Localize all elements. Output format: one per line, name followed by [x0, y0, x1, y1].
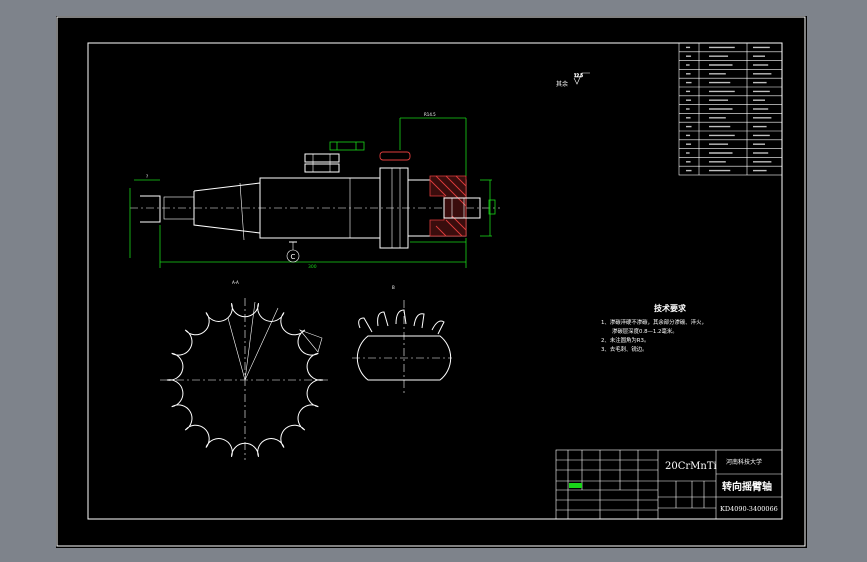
dim-label-left: ? — [146, 174, 148, 179]
roughness-note: 其余 — [556, 80, 568, 88]
svg-text:12.5: 12.5 — [574, 73, 583, 78]
university: 河南科技大学 — [726, 458, 762, 466]
svg-text:C: C — [291, 253, 296, 261]
tech-req-line-1: 1、渗碳淬硬不渗碳，其余部分渗碳、淬火， — [601, 318, 707, 326]
drawing-number: KD4090-3400066 — [720, 505, 778, 513]
tech-req-line-4: 3、去毛刺、锐边。 — [601, 345, 648, 353]
material: 20CrMnTi — [665, 461, 717, 472]
tech-req-line-2: 渗碳层深度0.8—1.2毫米。 — [612, 327, 678, 335]
title-block-green-cell — [569, 483, 582, 488]
view-label: B — [392, 285, 395, 290]
tech-req-line-3: 2、未注圆角为R3。 — [601, 336, 649, 344]
section-label: A-A — [232, 280, 239, 285]
tech-req-title: 技术要求 — [654, 303, 687, 313]
dim-label-top: R14.5 — [424, 112, 436, 117]
cad-drawing-canvas: 其余 12.5 300 R14.5 ? C A-A B 技术要求 1、渗碳淬硬不… — [56, 16, 807, 548]
total-length-dimension: 300 — [308, 264, 317, 270]
part-name: 转向摇臂轴 — [722, 480, 772, 493]
